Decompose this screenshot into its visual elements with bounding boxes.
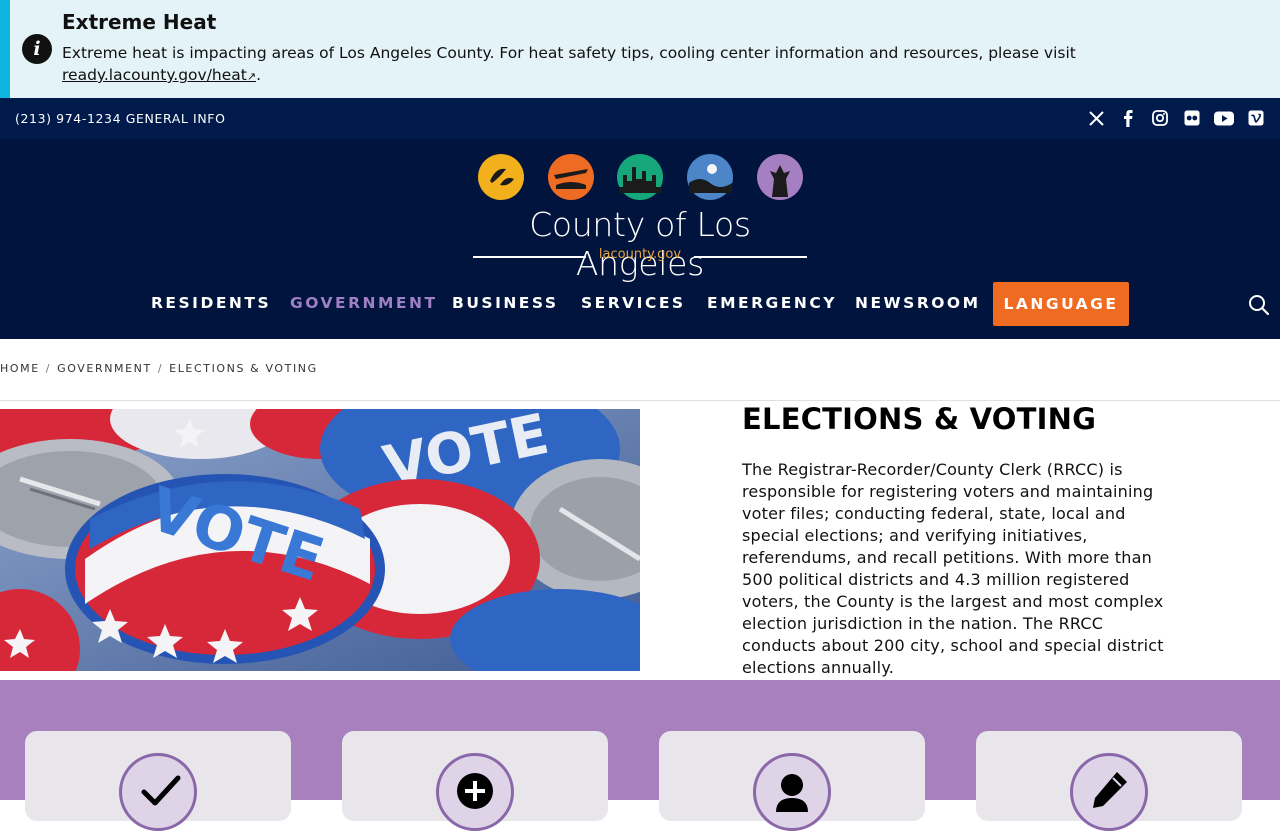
- logo-title: County of Los Angeles: [529, 205, 751, 283]
- external-link-icon: ↗: [246, 70, 257, 83]
- alert-text: Extreme heat is impacting areas of Los A…: [62, 44, 1076, 84]
- facebook-icon[interactable]: [1118, 108, 1138, 128]
- nav-services[interactable]: SERVICES: [581, 294, 686, 312]
- breadcrumb: HOME / GOVERNMENT / ELECTIONS & VOTING: [0, 362, 318, 375]
- heat-link[interactable]: ready.lacounty.gov/heat↗: [62, 66, 256, 84]
- flickr-icon[interactable]: [1182, 108, 1202, 128]
- info-icon: i: [22, 34, 52, 64]
- nav-residents[interactable]: RESIDENTS: [151, 294, 271, 312]
- general-info-phone[interactable]: (213) 974-1234 GENERAL INFO: [15, 111, 226, 126]
- logo-emblems: [478, 154, 803, 200]
- page-title: ELECTIONS & VOTING: [742, 402, 1097, 436]
- vimeo-icon[interactable]: [1246, 108, 1266, 128]
- vote-buttons-image: VOTE VOTE: [0, 409, 640, 671]
- divider: [0, 400, 1280, 401]
- quick-links-band: [0, 680, 1280, 831]
- check-icon: [119, 753, 197, 831]
- search-icon[interactable]: [1248, 294, 1270, 316]
- intro-paragraph: The Registrar-Recorder/County Clerk (RRC…: [742, 460, 1164, 677]
- quick-link-card[interactable]: [25, 731, 291, 831]
- vote-buttons-illustration: VOTE VOTE: [0, 409, 640, 671]
- quick-link-card[interactable]: [976, 731, 1242, 831]
- top-bar: (213) 974-1234 GENERAL INFO: [0, 98, 1280, 139]
- breadcrumb-government[interactable]: GOVERNMENT: [57, 362, 152, 375]
- county-logo[interactable]: County of Los Angeles lacounty.gov: [470, 151, 810, 283]
- user-icon: [753, 753, 831, 831]
- quick-link-card[interactable]: [659, 731, 925, 831]
- alert-title: Extreme Heat: [62, 10, 217, 34]
- nav-government[interactable]: GOVERNMENT: [290, 294, 438, 312]
- plus-circle-icon: [436, 753, 514, 831]
- quick-link-card[interactable]: [342, 731, 608, 831]
- heat-link-label: ready.lacounty.gov/heat: [62, 66, 247, 84]
- breadcrumb-separator: /: [45, 362, 52, 375]
- language-button[interactable]: LANGUAGE: [993, 282, 1129, 326]
- breadcrumb-separator: /: [157, 362, 164, 375]
- pencil-icon: [1070, 753, 1148, 831]
- logo-subtitle: lacounty.gov: [598, 247, 682, 262]
- nav-business[interactable]: BUSINESS: [452, 294, 559, 312]
- logo-subtitle-row: lacounty.gov: [470, 247, 810, 267]
- instagram-icon[interactable]: [1150, 108, 1170, 128]
- social-links: [1086, 108, 1266, 128]
- alert-banner: i Extreme Heat Extreme heat is impacting…: [0, 0, 1280, 98]
- youtube-icon[interactable]: [1214, 108, 1234, 128]
- logo-rule-right: [694, 256, 807, 258]
- nav-newsroom[interactable]: NEWSROOM: [855, 294, 981, 312]
- breadcrumb-current: ELECTIONS & VOTING: [169, 362, 318, 375]
- breadcrumb-home[interactable]: HOME: [0, 362, 40, 375]
- main-nav: RESIDENTS GOVERNMENT BUSINESS SERVICES E…: [0, 282, 1280, 326]
- x-icon[interactable]: [1086, 108, 1106, 128]
- site-header: County of Los Angeles lacounty.gov RESID…: [0, 139, 1280, 339]
- alert-message: Extreme heat is impacting areas of Los A…: [62, 44, 1076, 62]
- nav-emergency[interactable]: EMERGENCY: [707, 294, 837, 312]
